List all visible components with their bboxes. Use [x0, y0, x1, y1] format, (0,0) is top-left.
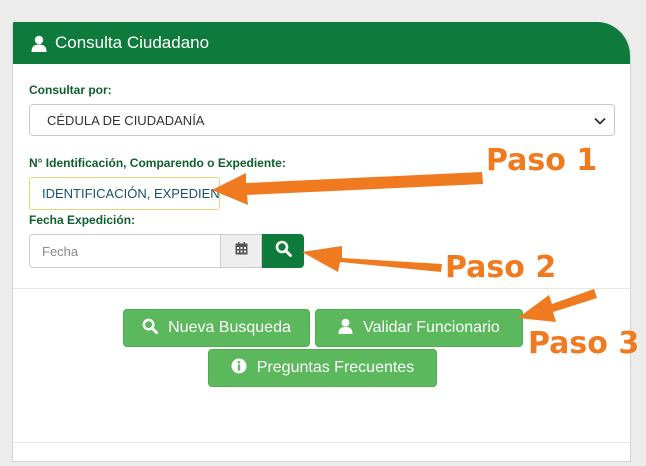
paso-3-annotation: Paso 3 — [528, 326, 640, 361]
paso-1-annotation: Paso 1 — [486, 143, 598, 178]
annotation-arrows — [212, 172, 597, 322]
arrow-paso-1 — [212, 172, 483, 205]
arrow-paso-2 — [302, 246, 442, 272]
paso-2-annotation: Paso 2 — [445, 250, 557, 285]
arrow-paso-3 — [518, 289, 597, 322]
